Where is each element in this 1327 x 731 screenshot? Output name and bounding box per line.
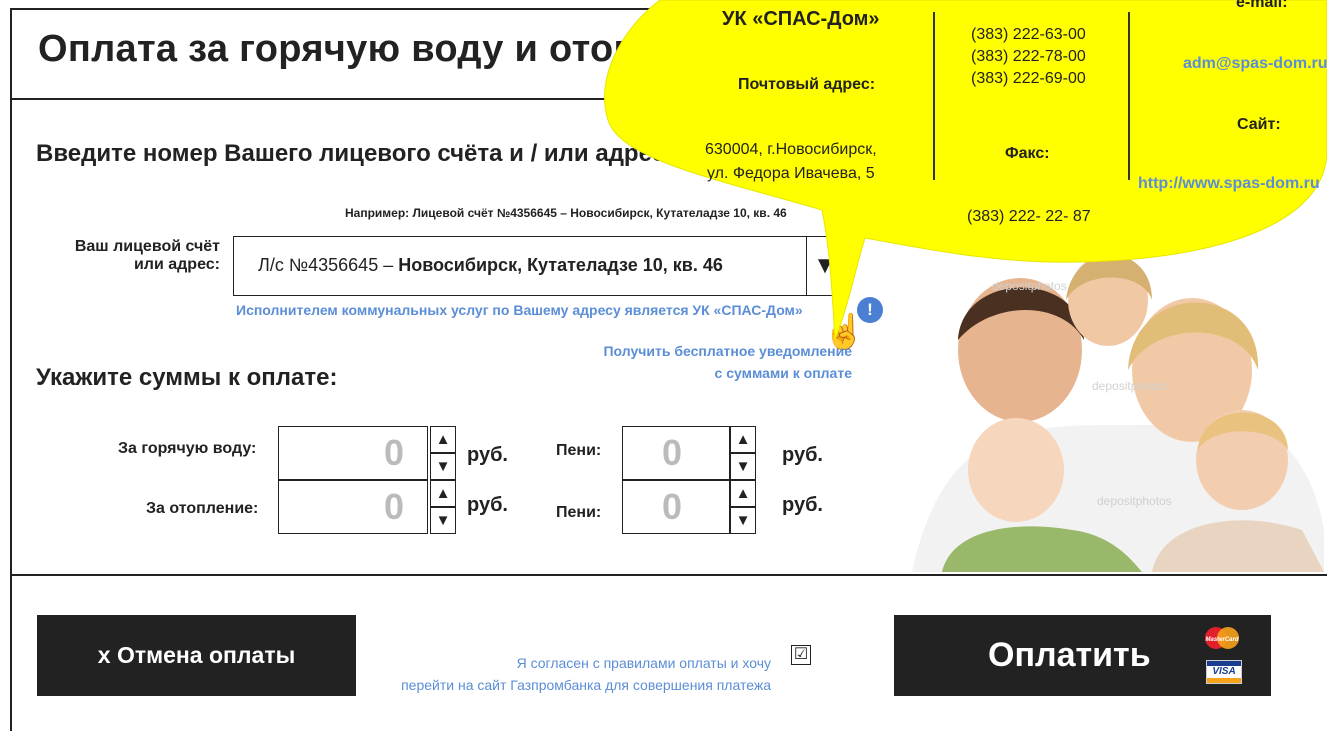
notification-link-line2: с суммами к оплате xyxy=(714,365,852,381)
heating-increment-button[interactable]: ▲ xyxy=(430,480,456,507)
bubble-phone-2: (383) 222-78-00 xyxy=(971,48,1086,65)
account-prompt-heading: Введите номер Вашего лицевого счёта и / … xyxy=(36,140,673,167)
hot-water-penalty-label: Пени: xyxy=(556,442,602,459)
frame-left-border xyxy=(10,8,12,731)
bubble-phone-3: (383) 222-69-00 xyxy=(971,70,1086,87)
pay-button-label: Оплатить xyxy=(988,636,1151,674)
account-label: Ваш лицевой счёт или адрес: xyxy=(40,238,220,274)
hot-water-currency: руб. xyxy=(467,444,508,466)
consent-text: Я согласен с правилами оплаты и хочу пер… xyxy=(396,652,771,696)
photo-watermark: depositphotos xyxy=(1092,379,1167,393)
hot-water-label: За горячую воду: xyxy=(118,440,257,457)
account-label-line1: Ваш лицевой счёт xyxy=(74,238,220,255)
heating-decrement-button[interactable]: ▼ xyxy=(430,507,456,534)
visa-icon: VISA xyxy=(1206,660,1242,684)
heating-penalty-decrement-button[interactable]: ▼ xyxy=(730,507,756,534)
heating-penalty-value: 0 xyxy=(662,486,683,527)
notification-link[interactable]: Получить бесплатное уведомление с суммам… xyxy=(520,340,852,384)
bubble-fax-number: (383) 222- 22- 87 xyxy=(967,208,1091,225)
hot-water-penalty-increment-button[interactable]: ▲ xyxy=(730,426,756,453)
bubble-site-label: Сайт: xyxy=(1237,116,1281,133)
bubble-phones: (383) 222-63-00 (383) 222-78-00 (383) 22… xyxy=(971,24,1086,90)
bubble-site-link[interactable]: http://www.spas-dom.ru xyxy=(1138,175,1320,193)
amounts-heading: Укажите суммы к оплате: xyxy=(36,364,338,391)
bubble-divider-1 xyxy=(933,12,935,180)
bubble-postal-label: Почтовый адрес: xyxy=(738,76,876,93)
hot-water-penalty-value: 0 xyxy=(662,432,683,473)
bubble-address-line2: ул. Федора Ивачева, 5 xyxy=(707,165,875,182)
mastercard-icon: MasterCard xyxy=(1202,625,1242,651)
svg-text:MasterCard: MasterCard xyxy=(1205,637,1238,643)
hot-water-penalty-currency: руб. xyxy=(782,444,823,466)
notification-link-line1: Получить бесплатное уведомление xyxy=(603,343,852,359)
consent-line1: Я согласен с правилами оплаты и хочу xyxy=(516,655,771,671)
bubble-address-line1: 630004, г.Новосибирск, xyxy=(705,141,877,158)
heating-penalty-label: Пени: xyxy=(556,504,602,521)
heating-penalty-increment-button[interactable]: ▲ xyxy=(730,480,756,507)
bubble-email-link[interactable]: adm@spas-dom.ru xyxy=(1183,55,1327,73)
bubble-fax-label: Факс: xyxy=(1005,145,1050,162)
footer-divider xyxy=(10,574,1327,576)
bubble-divider-2 xyxy=(1128,12,1130,180)
photo-watermark: depositphotos xyxy=(1097,494,1172,508)
account-label-line2: или адрес: xyxy=(133,256,220,273)
bubble-email-label: e-mail: xyxy=(1236,0,1288,11)
hot-water-decrement-button[interactable]: ▼ xyxy=(430,453,456,480)
heating-label: За отопление: xyxy=(146,500,259,517)
cancel-payment-button[interactable]: x Отмена оплаты xyxy=(37,615,356,696)
hot-water-increment-button[interactable]: ▲ xyxy=(430,426,456,453)
account-number: Л/с №4356645 – xyxy=(258,255,399,275)
consent-line2: перейти на сайт Газпромбанка для соверше… xyxy=(401,677,771,693)
hot-water-penalty-decrement-button[interactable]: ▼ xyxy=(730,453,756,480)
visa-text: VISA xyxy=(1212,666,1236,677)
bubble-phone-1: (383) 222-63-00 xyxy=(971,26,1086,43)
bubble-postal-address: 630004, г.Новосибирск, ул. Федора Ивачев… xyxy=(705,138,877,186)
heating-penalty-currency: руб. xyxy=(782,494,823,516)
heating-currency: руб. xyxy=(467,494,508,516)
heating-value: 0 xyxy=(384,486,405,527)
pay-button[interactable]: Оплатить MasterCard VISA xyxy=(894,615,1271,696)
consent-checkbox[interactable]: ☑ xyxy=(791,645,811,665)
bubble-company-name: УК «СПАС-Дом» xyxy=(722,8,880,30)
